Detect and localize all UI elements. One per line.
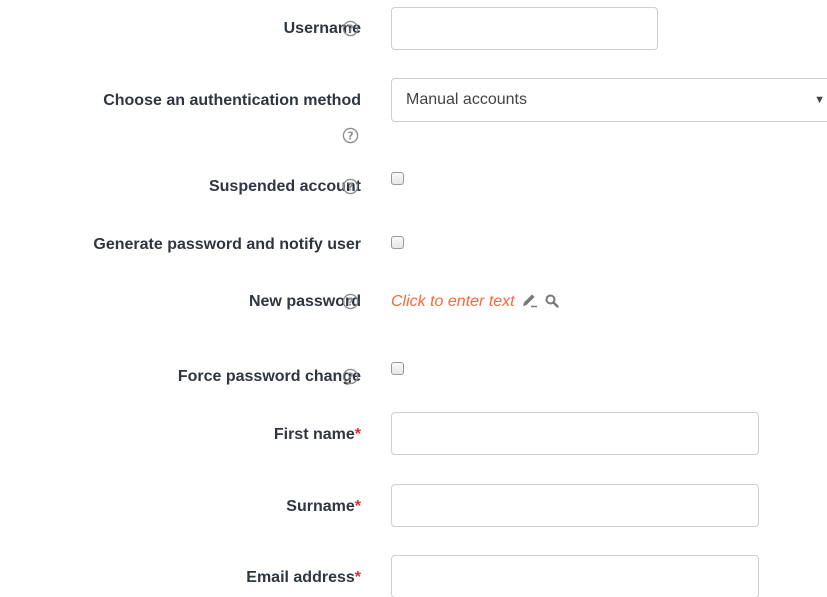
required-marker: * [354,498,361,515]
svg-text:?: ? [347,181,353,193]
new-password-inplace-editable[interactable]: Click to enter text [391,292,559,312]
svg-text:?: ? [347,130,353,142]
help-icon[interactable]: ? [342,178,359,195]
pencil-icon [523,294,538,308]
user-edit-form: Username ? Choose an authentication meth… [0,0,827,597]
help-icon[interactable]: ? [342,20,359,37]
auth-method-select[interactable]: Manual accounts ▼ [391,78,827,122]
surname-input[interactable] [391,484,759,527]
username-input[interactable] [391,7,658,50]
email-address-input[interactable] [391,555,759,597]
svg-text:?: ? [347,296,353,308]
help-icon[interactable]: ? [342,293,359,310]
surname-label: Surname* [286,498,361,515]
first-name-input[interactable] [391,412,759,455]
suspended-account-checkbox[interactable] [391,172,404,185]
suspended-account-label: Suspended account [208,178,361,195]
auth-method-label: Choose an authentication method [103,92,361,109]
required-marker: * [354,426,361,443]
generate-password-label: Generate password and notify user [93,236,361,253]
help-icon[interactable]: ? [342,127,359,144]
force-password-change-checkbox[interactable] [391,362,404,375]
first-name-label: First name* [273,426,361,443]
help-icon[interactable]: ? [342,368,359,385]
search-icon [545,294,559,308]
new-password-inplace-text: Click to enter text [391,293,515,310]
svg-text:?: ? [347,371,353,383]
caret-down-icon: ▼ [814,94,825,106]
force-password-change-label: Force password change [177,368,361,385]
auth-method-selected: Manual accounts [406,91,527,108]
svg-text:?: ? [347,23,353,35]
email-address-label: Email address* [246,569,361,586]
required-marker: * [354,569,361,586]
generate-password-checkbox[interactable] [391,236,404,249]
